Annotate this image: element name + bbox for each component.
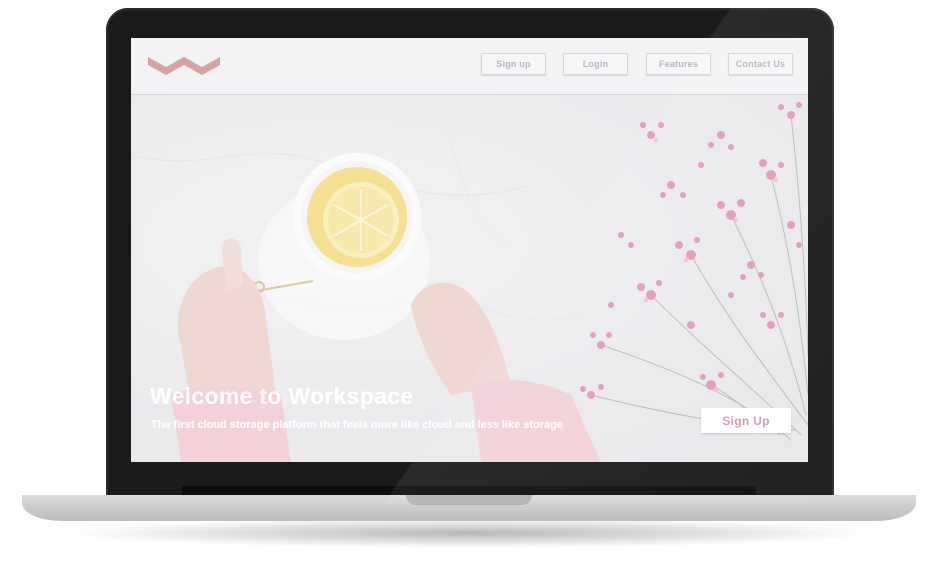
- laptop-shadow: [60, 518, 880, 548]
- zigzag-logo-icon[interactable]: [148, 53, 220, 77]
- nav-login-button[interactable]: Login: [563, 53, 628, 75]
- hero-signup-button[interactable]: Sign Up: [701, 408, 791, 433]
- hero-section: Welcome to Workspace The first cloud sto…: [131, 95, 808, 462]
- site-navbar: Sign up Login Features Contact Us: [131, 38, 808, 95]
- hero-subtitle: The first cloud storage platform that fe…: [151, 419, 563, 431]
- laptop-screen: Welcome to Workspace The first cloud sto…: [131, 38, 808, 462]
- laptop-hinge-notch: [406, 495, 532, 505]
- nav-features-button[interactable]: Features: [646, 53, 711, 75]
- nav-signup-button[interactable]: Sign up: [481, 53, 546, 75]
- hero-title: Welcome to Workspace: [150, 383, 414, 409]
- nav-contact-button[interactable]: Contact Us: [728, 53, 793, 75]
